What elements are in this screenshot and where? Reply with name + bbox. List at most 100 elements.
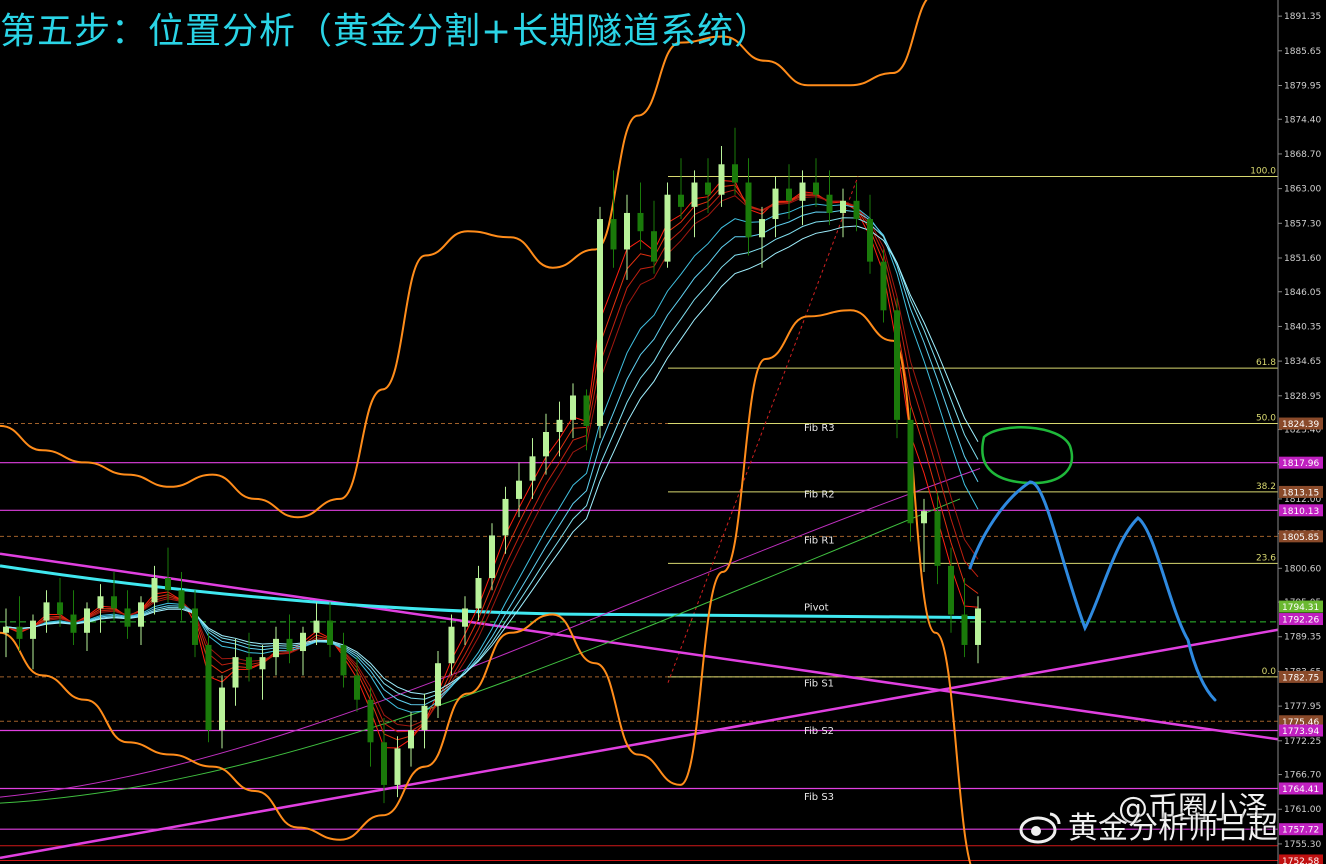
candle-body bbox=[867, 219, 873, 262]
y-tick-label: 1789.35 bbox=[1284, 633, 1321, 643]
candle-body bbox=[354, 675, 360, 700]
price-chart[interactable]: 100.0 61.8 50.0 38.2 23.6 0.0 Fib R3 Fib R2 Fib … bbox=[0, 0, 1326, 864]
candle-body bbox=[975, 608, 981, 645]
pivot-level-label: Pivot bbox=[804, 603, 829, 614]
candle-body bbox=[178, 590, 185, 609]
y-tick-label: 1800.60 bbox=[1284, 564, 1321, 574]
candle-body bbox=[421, 705, 428, 731]
y-tick-label: 1766.70 bbox=[1284, 771, 1321, 781]
pivot-level-label: Fib R2 bbox=[804, 489, 835, 500]
y-tick-label: 1761.00 bbox=[1284, 805, 1321, 815]
y-tick-label: 1879.95 bbox=[1284, 81, 1321, 91]
y-tick-label: 1834.65 bbox=[1284, 357, 1321, 367]
candle-body bbox=[961, 614, 968, 645]
fib-level-label: 61.8 bbox=[1256, 358, 1276, 368]
pivot-level-label: Fib S2 bbox=[804, 726, 834, 737]
candle-body bbox=[678, 194, 684, 207]
candle-body bbox=[70, 614, 77, 633]
price-label-text: 1817.96 bbox=[1282, 459, 1319, 469]
y-tick-label: 1863.00 bbox=[1284, 185, 1321, 195]
candle-body bbox=[934, 511, 941, 566]
candle-body bbox=[43, 602, 50, 621]
pivot-level-label: Fib S3 bbox=[804, 792, 834, 803]
candle-body bbox=[543, 432, 549, 457]
candle-body bbox=[462, 608, 468, 627]
candle-body bbox=[300, 632, 306, 652]
candle-body bbox=[826, 194, 833, 213]
candle-body bbox=[597, 219, 603, 426]
ema-ribbon-line bbox=[5, 217, 979, 700]
candle-body bbox=[448, 626, 455, 664]
candle-body bbox=[718, 164, 725, 195]
y-tick-label: 1857.30 bbox=[1284, 219, 1321, 229]
price-label-text: 1752.58 bbox=[1282, 857, 1319, 864]
y-tick-label: 1755.30 bbox=[1284, 840, 1321, 850]
candle-body bbox=[408, 730, 414, 749]
candle-body bbox=[772, 188, 779, 220]
pivot-level-label: Fib R1 bbox=[804, 536, 835, 547]
candle-body bbox=[651, 231, 657, 262]
candle-body bbox=[907, 419, 914, 524]
candle-body bbox=[3, 626, 9, 633]
candle-body bbox=[637, 212, 644, 232]
candle-body bbox=[813, 182, 819, 195]
candle-body bbox=[435, 663, 441, 706]
bollinger-upper-band bbox=[0, 0, 928, 519]
candle-body bbox=[705, 182, 711, 195]
candle-body bbox=[894, 310, 900, 420]
candle-body bbox=[394, 748, 401, 785]
candle-body bbox=[583, 395, 590, 426]
candle-body bbox=[502, 498, 509, 536]
candle-body bbox=[529, 456, 536, 481]
candle-body bbox=[475, 578, 482, 609]
candle-body bbox=[691, 182, 698, 207]
candle-body bbox=[759, 219, 765, 238]
candle-body bbox=[313, 620, 320, 633]
candle-body bbox=[273, 638, 279, 658]
descending-trendline bbox=[0, 552, 1279, 741]
price-label-text: 1805.85 bbox=[1282, 533, 1319, 543]
y-tick-label: 1772.25 bbox=[1284, 737, 1321, 747]
candle-body bbox=[84, 608, 90, 633]
candle-body bbox=[570, 395, 576, 420]
candle-body bbox=[745, 182, 752, 238]
price-label-text: 1757.72 bbox=[1282, 826, 1319, 836]
price-label-text: 1792.26 bbox=[1282, 616, 1319, 626]
fib-level-label: 50.0 bbox=[1256, 414, 1276, 424]
candle-body bbox=[192, 608, 198, 645]
candle-body bbox=[30, 620, 36, 639]
candle-body bbox=[286, 638, 293, 652]
pivot-level-label: Fib R3 bbox=[804, 423, 835, 434]
ema-ribbon-line bbox=[5, 195, 979, 727]
price-label-text: 1813.15 bbox=[1282, 488, 1319, 498]
candle-body bbox=[151, 578, 158, 603]
candle-body bbox=[246, 657, 252, 670]
ema-ribbon-line bbox=[5, 209, 979, 706]
candle-body bbox=[840, 200, 846, 213]
candle-body bbox=[556, 419, 563, 432]
candle-body bbox=[327, 620, 333, 645]
candle-body bbox=[799, 182, 806, 201]
candle-body bbox=[732, 164, 738, 183]
candle-body bbox=[138, 602, 144, 627]
fib-level-label: 0.0 bbox=[1262, 667, 1277, 677]
y-tick-label: 1891.35 bbox=[1284, 12, 1321, 22]
ema-ribbon-line bbox=[5, 179, 979, 749]
y-tick-label: 1868.70 bbox=[1284, 150, 1321, 160]
candle-body bbox=[786, 188, 792, 201]
ema-ribbon-line bbox=[5, 189, 979, 733]
candle-body bbox=[16, 626, 23, 639]
candle-body bbox=[259, 657, 266, 670]
candle-body bbox=[853, 200, 860, 220]
candle-body bbox=[165, 578, 171, 591]
y-tick-label: 1840.35 bbox=[1284, 322, 1321, 332]
fib-level-label: 38.2 bbox=[1256, 482, 1276, 492]
candle-body bbox=[624, 212, 630, 250]
price-label-text: 1824.39 bbox=[1282, 420, 1319, 430]
candle-body bbox=[111, 596, 117, 609]
candle-body bbox=[516, 480, 522, 499]
fib-level-label: 100.0 bbox=[1250, 166, 1276, 176]
candle-body bbox=[489, 535, 495, 579]
candle-body bbox=[610, 219, 617, 250]
price-label-text: 1782.75 bbox=[1282, 673, 1319, 683]
